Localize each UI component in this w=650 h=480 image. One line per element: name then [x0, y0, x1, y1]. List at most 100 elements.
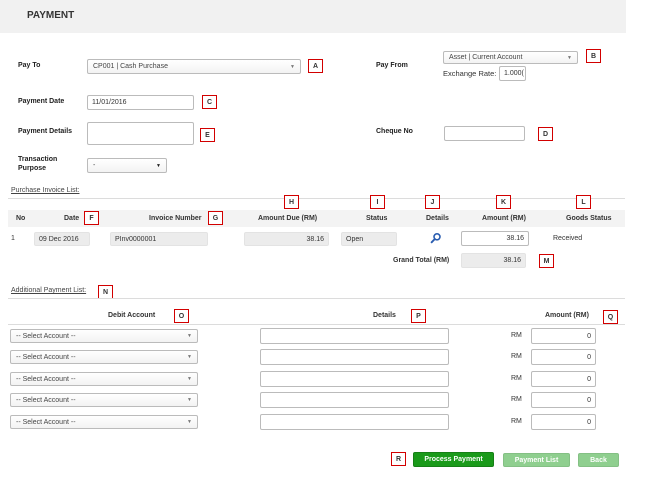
marker-i: I	[370, 195, 385, 209]
debit-account-select[interactable]: -- Select Account -- ▼	[10, 415, 198, 429]
table-row: -- Select Account -- ▼ RM 0	[0, 349, 650, 369]
row-amount-due: 38.16	[244, 232, 329, 246]
chevron-down-icon: ▼	[567, 54, 572, 61]
chevron-down-icon: ▼	[187, 333, 192, 339]
marker-k: K	[496, 195, 511, 209]
marker-n: N	[98, 285, 113, 299]
header-invoice-number: Invoice Number	[149, 215, 202, 222]
details-input[interactable]	[260, 371, 449, 387]
header-amount: Amount (RM)	[482, 215, 526, 222]
pay-from-select[interactable]: Asset | Current Account ▼	[443, 51, 578, 64]
marker-l: L	[576, 195, 591, 209]
header-date: Date	[64, 215, 80, 222]
marker-b: B	[586, 49, 601, 63]
page-title: PAYMENT	[27, 10, 75, 21]
chevron-down-icon: ▼	[187, 376, 192, 382]
payment-details-textarea[interactable]	[87, 122, 194, 145]
table-row: -- Select Account -- ▼ RM 0	[0, 392, 650, 412]
chevron-down-icon: ▼	[187, 419, 192, 425]
exchange-rate-input[interactable]: 1.000(	[499, 66, 526, 81]
search-icon[interactable]	[430, 232, 442, 244]
caret-down-icon: ▼	[156, 162, 161, 169]
row-invoice-number: PInv0000001	[110, 232, 208, 246]
marker-h: H	[284, 195, 299, 209]
amount-input[interactable]: 0	[531, 414, 596, 430]
marker-f: F	[84, 211, 99, 225]
chevron-down-icon: ▼	[187, 397, 192, 403]
debit-account-value: -- Select Account --	[16, 375, 76, 383]
table-row: 1 09 Dec 2016 PInv0000001 38.16 Open 38.…	[8, 230, 625, 250]
cheque-no-label: Cheque No	[376, 128, 413, 135]
header-goods-status: Goods Status	[566, 215, 612, 222]
details-input[interactable]	[260, 392, 449, 408]
additional-payment-list-title: Additional Payment List:	[11, 287, 87, 294]
header-details: Details	[426, 215, 449, 222]
marker-e: E	[200, 128, 215, 142]
chevron-down-icon: ▼	[187, 354, 192, 360]
header-no: No	[16, 215, 26, 222]
payment-date-label: Payment Date	[18, 98, 65, 105]
header-details: Details	[373, 312, 396, 319]
payment-details-label: Payment Details	[18, 128, 73, 135]
details-input[interactable]	[260, 328, 449, 344]
grand-total-label: Grand Total (RM)	[393, 257, 450, 264]
row-amount-input[interactable]: 38.16	[461, 231, 529, 246]
transaction-purpose-value: -	[93, 162, 96, 169]
header-amount-due: Amount Due (RM)	[258, 215, 318, 222]
amount-input[interactable]: 0	[531, 349, 596, 365]
currency-label: RM	[511, 375, 522, 382]
header-amount: Amount (RM)	[545, 312, 589, 319]
grand-total-value: 38.16	[461, 253, 526, 268]
amount-input[interactable]: 0	[531, 392, 596, 408]
table-row: -- Select Account -- ▼ RM 0	[0, 371, 650, 391]
row-date: 09 Dec 2016	[34, 232, 90, 246]
row-no: 1	[11, 235, 15, 242]
back-button[interactable]: Back	[578, 453, 619, 467]
debit-account-value: -- Select Account --	[16, 332, 76, 340]
exchange-rate-label: Exchange Rate:	[443, 69, 497, 78]
debit-account-value: -- Select Account --	[16, 353, 76, 361]
details-input[interactable]	[260, 414, 449, 430]
payment-date-input[interactable]: 11/01/2016	[87, 95, 194, 110]
amount-input[interactable]: 0	[531, 371, 596, 387]
table-row: -- Select Account -- ▼ RM 0	[0, 414, 650, 434]
row-goods-status: Received	[553, 235, 583, 242]
debit-account-value: -- Select Account --	[16, 396, 76, 404]
marker-o: O	[174, 309, 189, 323]
currency-label: RM	[511, 332, 522, 339]
chevron-down-icon: ▼	[290, 63, 295, 70]
transaction-purpose-label-line1: Transaction	[18, 156, 58, 163]
marker-q: Q	[603, 310, 618, 324]
debit-account-value: -- Select Account --	[16, 418, 76, 426]
marker-p: P	[411, 309, 426, 323]
currency-label: RM	[511, 396, 522, 403]
cheque-no-input[interactable]	[444, 126, 525, 141]
pay-to-label: Pay To	[18, 62, 41, 69]
pay-from-label: Pay From	[376, 62, 408, 69]
page-header	[0, 0, 626, 33]
purchase-invoice-list-title: Purchase Invoice List:	[11, 187, 80, 194]
divider	[8, 198, 625, 199]
marker-g: G	[208, 211, 223, 225]
process-payment-button[interactable]: Process Payment	[413, 452, 494, 467]
marker-d: D	[538, 127, 553, 141]
pay-to-value: CP001 | Cash Purchase	[93, 63, 168, 70]
pay-from-value: Asset | Current Account	[449, 54, 523, 61]
payment-list-button[interactable]: Payment List	[503, 453, 570, 467]
debit-account-select[interactable]: -- Select Account -- ▼	[10, 393, 198, 407]
table-row: -- Select Account -- ▼ RM 0	[0, 328, 650, 348]
debit-account-select[interactable]: -- Select Account -- ▼	[10, 350, 198, 364]
details-input[interactable]	[260, 349, 449, 365]
debit-account-select[interactable]: -- Select Account -- ▼	[10, 372, 198, 386]
transaction-purpose-label-line2: Purpose	[18, 165, 47, 172]
marker-m: M	[539, 254, 554, 268]
header-debit-account: Debit Account	[108, 312, 156, 319]
marker-a: A	[308, 59, 323, 73]
marker-c: C	[202, 95, 217, 109]
transaction-purpose-select[interactable]: - ▼	[87, 158, 167, 173]
debit-account-select[interactable]: -- Select Account -- ▼	[10, 329, 198, 343]
amount-input[interactable]: 0	[531, 328, 596, 344]
divider	[8, 298, 625, 299]
pay-to-select[interactable]: CP001 | Cash Purchase ▼	[87, 59, 301, 74]
divider	[8, 324, 625, 325]
